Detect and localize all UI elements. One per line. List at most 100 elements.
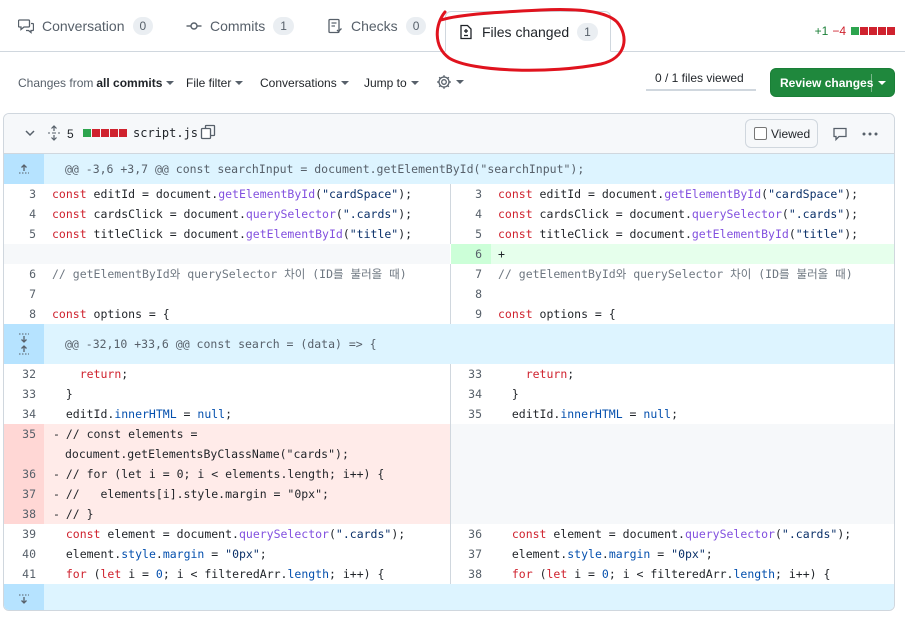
line-number[interactable]: 37 <box>450 544 482 564</box>
fold-up-icon <box>19 345 29 355</box>
line-number[interactable]: 36 <box>450 524 482 544</box>
line-number[interactable]: 8 <box>4 304 36 324</box>
files-viewed-count: 0 / 1 files viewed <box>655 71 744 85</box>
viewed-checkbox-button[interactable]: Viewed <box>745 119 818 148</box>
line-number[interactable]: 3 <box>4 184 36 204</box>
line-number[interactable]: 38 <box>450 564 482 584</box>
unfold-icon[interactable] <box>47 125 61 141</box>
diff-row: 32 return; 33 return; <box>4 364 894 384</box>
line-number[interactable]: 34 <box>450 384 482 404</box>
comment-discussion-icon <box>18 19 34 34</box>
code-line: const cardsClick = document.querySelecto… <box>52 207 413 221</box>
line-number[interactable]: 35 <box>450 404 482 424</box>
code-line: // for (let i = 0; i < elements.length; … <box>52 467 385 481</box>
diff-row: 3 const editId = document.getElementById… <box>4 184 894 204</box>
code-line: // } <box>52 507 94 521</box>
diff-settings-button[interactable] <box>436 74 464 90</box>
file-filter-label: File filter <box>186 76 232 90</box>
line-number[interactable]: 9 <box>450 304 482 324</box>
line-number[interactable]: 3 <box>450 184 482 204</box>
line-number[interactable]: 32 <box>4 364 36 384</box>
code-line: const editId = document.getElementById("… <box>52 187 413 201</box>
tab-files-changed[interactable]: Files changed 1 <box>445 11 611 52</box>
code-line: // getElementById와 querySelector 차이 (ID를… <box>498 267 853 281</box>
line-number[interactable]: 4 <box>450 204 482 224</box>
chevron-down-icon[interactable] <box>24 127 36 139</box>
viewed-checkbox[interactable] <box>754 127 767 140</box>
line-number[interactable]: 7 <box>4 284 36 304</box>
button-divider <box>871 74 872 92</box>
line-number[interactable]: 33 <box>450 364 482 384</box>
expand-both-button[interactable] <box>4 324 44 364</box>
expand-down-button[interactable] <box>4 584 44 610</box>
comment-icon[interactable] <box>832 126 848 142</box>
tab-checks-label: Checks <box>351 18 398 34</box>
tab-conversation-label: Conversation <box>42 18 125 34</box>
code-line: for (let i = 0; i < filteredArr.length; … <box>511 567 831 581</box>
diffstat-block <box>869 27 877 35</box>
deletions-count: −4 <box>832 24 846 38</box>
diffstat-block <box>878 27 886 35</box>
diffstat-block <box>92 129 100 137</box>
diff-row-deleted: 37 - // elements[i].style.margin = "0px"… <box>4 484 894 504</box>
diff-row: 5 const titleClick = document.getElement… <box>4 224 894 244</box>
code-line: const options = { <box>52 307 170 321</box>
code-line: } <box>52 387 73 401</box>
diffstat-block <box>851 27 859 35</box>
diff-row: 7 8 <box>4 284 894 304</box>
diffstat-block <box>110 129 118 137</box>
line-number[interactable]: 5 <box>4 224 36 244</box>
expand-up-button[interactable] <box>4 154 44 184</box>
code-line: return; <box>79 367 129 381</box>
file-filter-dropdown[interactable]: File filter <box>186 76 244 90</box>
fold-down-icon <box>19 333 29 343</box>
diff-row-deleted: document.getElementsByClassName("cards")… <box>4 444 894 464</box>
line-number[interactable]: 36 <box>4 464 36 484</box>
code-line: editId.innerHTML = null; <box>52 407 233 421</box>
tab-conversation[interactable]: Conversation 0 <box>18 0 154 52</box>
code-line: // const elements = <box>52 427 198 441</box>
review-changes-button[interactable]: Review changes <box>770 68 895 97</box>
diffstat-block <box>119 129 127 137</box>
line-number[interactable]: 4 <box>4 204 36 224</box>
tab-checks[interactable]: Checks 0 <box>327 0 427 52</box>
line-number[interactable]: 6 <box>4 264 36 284</box>
review-changes-label: Review changes <box>780 75 874 90</box>
conversations-label: Conversations <box>260 76 337 90</box>
file-diff-icon <box>460 24 472 39</box>
conversations-dropdown[interactable]: Conversations <box>260 76 349 90</box>
line-number[interactable]: 33 <box>4 384 36 404</box>
tab-checks-count: 0 <box>405 17 427 35</box>
diff-row: 33 } 34 } <box>4 384 894 404</box>
line-number[interactable]: 5 <box>450 224 482 244</box>
diffstat-block <box>101 129 109 137</box>
code-line: element.style.margin = "0px"; <box>52 547 267 561</box>
code-line: const element = document.querySelector("… <box>65 527 406 541</box>
additions-count: +1 <box>814 24 829 38</box>
line-number[interactable]: 8 <box>450 284 482 304</box>
line-number[interactable]: 6 <box>450 244 482 264</box>
line-number[interactable]: 7 <box>450 264 482 284</box>
changed-lines-count: 5 <box>67 127 74 141</box>
changes-from-prefix: Changes from <box>18 76 94 90</box>
file-name-link[interactable]: script.js <box>133 126 198 140</box>
changes-from-dropdown[interactable]: Changes from all commits <box>18 76 175 90</box>
changes-from-value: all commits <box>96 76 163 90</box>
gear-icon <box>437 75 451 89</box>
caret-down-icon <box>166 81 175 85</box>
line-number[interactable]: 37 <box>4 484 36 504</box>
line-number[interactable]: 35 <box>4 424 36 444</box>
line-number[interactable]: 40 <box>4 544 36 564</box>
fold-down-icon <box>19 594 29 604</box>
kebab-horizontal-icon[interactable] <box>861 127 879 141</box>
diff-row: 6 // getElementById와 querySelector 차이 (I… <box>4 264 894 284</box>
line-number[interactable]: 34 <box>4 404 36 424</box>
line-number[interactable]: 39 <box>4 524 36 544</box>
copy-icon[interactable] <box>200 124 216 140</box>
tab-commits[interactable]: Commits 1 <box>186 0 294 52</box>
jump-to-label: Jump to <box>364 76 407 90</box>
jump-to-dropdown[interactable]: Jump to <box>364 76 419 90</box>
line-number[interactable]: 38 <box>4 504 36 524</box>
code-line: const element = document.querySelector("… <box>511 527 852 541</box>
line-number[interactable]: 41 <box>4 564 36 584</box>
